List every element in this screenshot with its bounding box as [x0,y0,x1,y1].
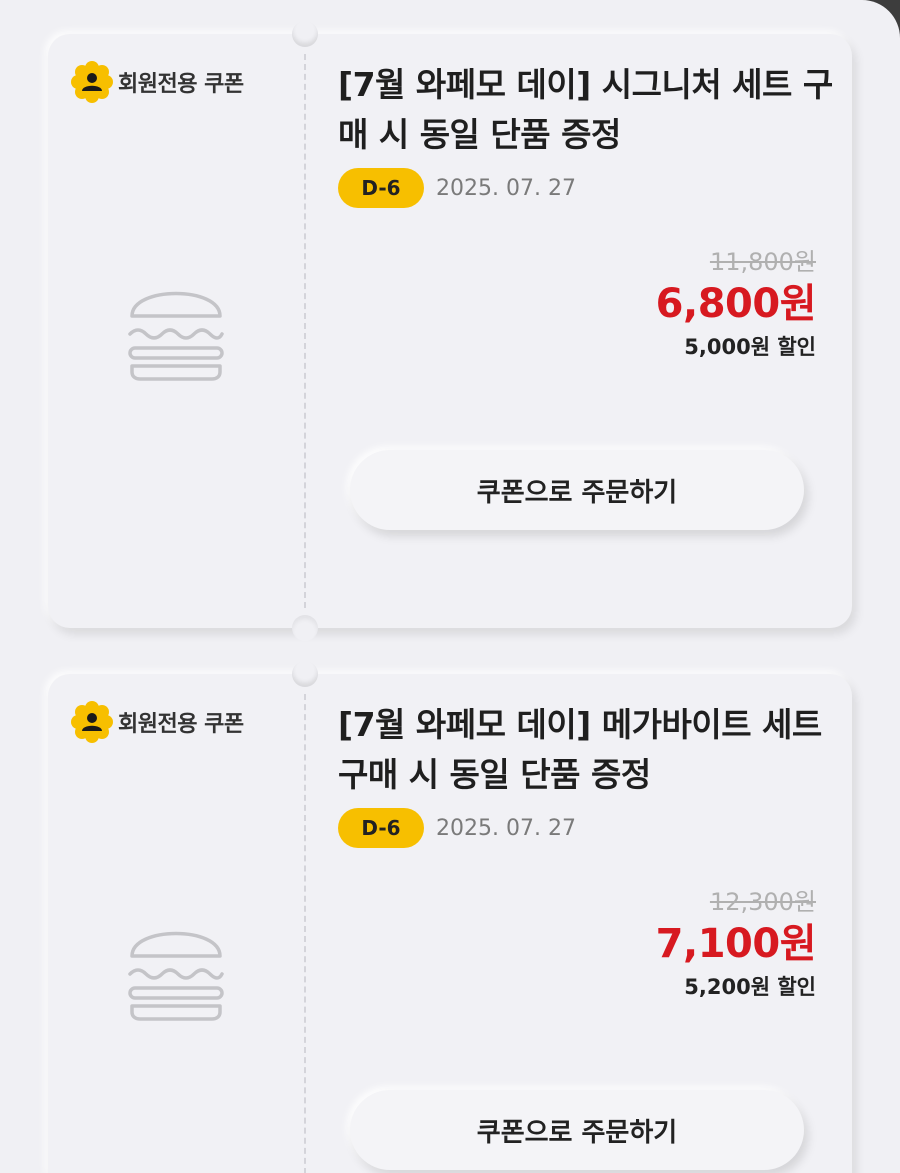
coupon-title: [7월 와페모 데이] 시그니처 세트 구매 시 동일 단품 증정 [338,65,833,154]
expiry-date: 2025. 07. 27 [436,815,576,841]
member-only-text: 회원전용 쿠폰 [118,72,244,97]
sale-price: 6,800원 [655,281,817,327]
price-block: 12,300원 7,100원 5,200원 할인 [655,886,817,1004]
original-price: 11,800원 [709,248,816,276]
original-price: 12,300원 [709,888,816,916]
dday-badge: D-6 [338,808,424,848]
member-only-label: 회원전용 쿠폰 [70,60,244,104]
burger-icon [128,291,224,381]
order-with-coupon-button[interactable]: 쿠폰으로 주문하기 [350,450,804,530]
price-block: 11,800원 6,800원 5,000원 할인 [655,246,817,364]
ticket-perforation [304,54,306,608]
order-with-coupon-button[interactable]: 쿠폰으로 주문하기 [350,1090,804,1170]
discount-amount: 5,000원 할인 [684,335,816,359]
coupon-meta: D-6 2025. 07. 27 [338,808,576,848]
member-badge-icon [71,701,113,743]
dday-badge: D-6 [338,168,424,208]
discount-amount: 5,200원 할인 [684,975,816,999]
member-only-label: 회원전용 쿠폰 [70,700,244,744]
sale-price: 7,100원 [655,921,817,967]
ticket-perforation [304,694,306,1173]
coupon-title: [7월 와페모 데이] 메가바이트 세트 구매 시 동일 단품 증정 [338,705,822,794]
burger-icon [128,931,224,1021]
coupon-list-sheet: 회원전용 쿠폰 [7월 와페모 데이] 시그니처 세트 구매 시 동일 단품 증… [0,0,900,1173]
ticket-notch-bottom [292,615,318,641]
expiry-date: 2025. 07. 27 [436,175,576,201]
member-badge-icon [71,61,113,103]
member-only-text: 회원전용 쿠폰 [118,712,244,737]
ticket-notch-top [292,661,318,687]
coupon-meta: D-6 2025. 07. 27 [338,168,576,208]
coupon-card[interactable]: 회원전용 쿠폰 [7월 와페모 데이] 메가바이트 세트 구매 시 동일 단품 … [48,661,852,1173]
coupon-card[interactable]: 회원전용 쿠폰 [7월 와페모 데이] 시그니처 세트 구매 시 동일 단품 증… [48,21,852,641]
ticket-notch-top [292,21,318,47]
